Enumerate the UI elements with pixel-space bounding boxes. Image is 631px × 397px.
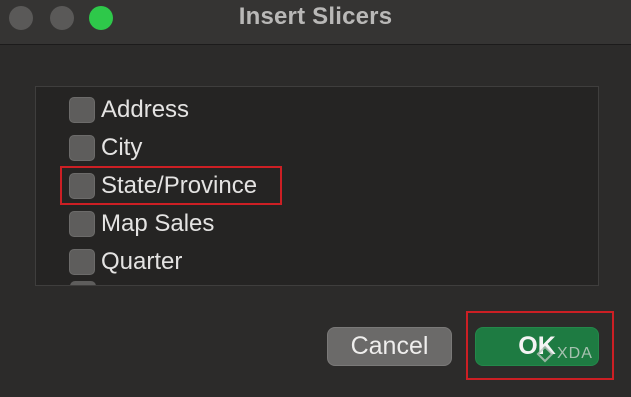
field-label-quarter: Quarter [101,248,183,275]
checkbox-city[interactable] [69,135,95,161]
list-item-map-sales[interactable]: Map Sales [69,208,214,240]
checkbox-next-partial[interactable] [70,281,96,285]
list-item-address[interactable]: Address [69,94,189,126]
checkbox-address[interactable] [69,97,95,123]
title-bar: Insert Slicers [0,0,631,45]
insert-slicers-dialog: Insert Slicers Address City State/Provin… [0,0,631,397]
dialog-title: Insert Slicers [238,3,393,30]
cancel-button[interactable]: Cancel [327,327,452,366]
highlight-box-state-province [60,166,282,205]
highlight-box-ok [466,311,614,380]
list-item-city[interactable]: City [69,132,142,164]
list-item-quarter[interactable]: Quarter [69,246,182,278]
checkbox-quarter[interactable] [69,249,95,275]
field-label-map-sales: Map Sales [101,210,215,237]
field-label-address: Address [101,96,190,123]
field-label-city: City [101,134,143,161]
checkbox-map-sales[interactable] [69,211,95,237]
